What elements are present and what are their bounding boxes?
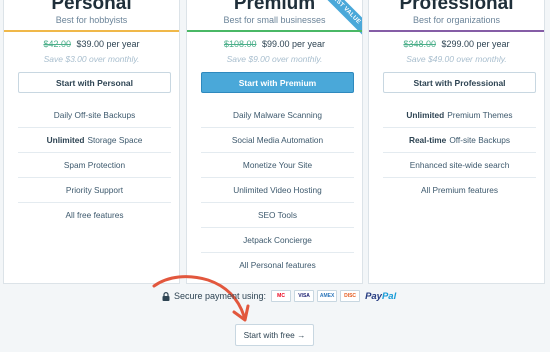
start-premium-button[interactable]: Start with Premium: [201, 72, 354, 93]
lock-icon: [162, 291, 170, 301]
plan-accent-bar: [4, 30, 179, 32]
paypal-logo-icon: PayPal: [365, 291, 396, 302]
mastercard-icon: MC: [271, 290, 292, 302]
feature-text: All Premium features: [420, 185, 498, 195]
feature-text: Storage Space: [87, 135, 143, 145]
plan-subtitle: Best for organizations: [412, 15, 501, 25]
feature-item: Unlimited Storage Space: [18, 128, 171, 153]
old-price: $42.00: [43, 39, 71, 49]
paypal-logo-b: Pal: [381, 290, 397, 302]
price-row: $108.00 $99.00 per year: [187, 39, 362, 49]
start-personal-button[interactable]: Start with Personal: [18, 72, 171, 93]
secure-payment-row: Secure payment using: MC VISA AMEX DISC Pay…: [162, 290, 396, 302]
plan-card-professional: Professional Best for organizations $348…: [368, 0, 545, 284]
feature-item: All Premium features: [383, 178, 536, 202]
feature-highlight: Unlimited: [406, 110, 445, 120]
feature-item: Daily Off-site Backups: [18, 103, 171, 128]
feature-text: Premium Themes: [447, 110, 513, 120]
card-icons: MC VISA AMEX DISC: [268, 290, 361, 302]
feature-item: Unlimited Premium Themes: [383, 103, 536, 128]
feature-text: Unlimited Video Hosting: [233, 185, 322, 195]
feature-item: Social Media Automation: [201, 128, 354, 153]
feature-text: Enhanced site-wide search: [409, 160, 510, 170]
feature-item: SEO Tools: [201, 203, 354, 228]
feature-item: Spam Protection: [18, 153, 171, 178]
plan-card-personal: Personal Best for hobbyists $42.00 $39.0…: [3, 0, 180, 284]
feature-item: Unlimited Video Hosting: [201, 178, 354, 203]
visa-icon: VISA: [294, 290, 315, 302]
price: $99.00 per year: [262, 39, 326, 49]
annotation-arrow-icon: [152, 275, 250, 322]
plan-name: Premium: [233, 0, 316, 14]
feature-text: All Personal features: [239, 260, 316, 270]
plan-name: Personal: [51, 0, 132, 14]
feature-item: Daily Malware Scanning: [201, 103, 354, 128]
price: $299.00 per year: [441, 39, 510, 49]
old-price: $348.00: [403, 39, 436, 49]
feature-text: Social Media Automation: [231, 135, 324, 145]
start-with-free-button[interactable]: Start with free →: [235, 324, 314, 346]
amex-icon: AMEX: [317, 290, 338, 302]
start-professional-button[interactable]: Start with Professional: [383, 72, 536, 93]
feature-item: Priority Support: [18, 178, 171, 203]
feature-highlight: Real-time: [408, 135, 447, 145]
feature-item: Enhanced site-wide search: [383, 153, 536, 178]
savings-note: Save $49.00 over monthly.: [406, 54, 507, 64]
feature-text: Daily Malware Scanning: [232, 110, 322, 120]
feature-text: All free features: [65, 210, 124, 220]
feature-text: Spam Protection: [63, 160, 126, 170]
feature-text: Daily Off-site Backups: [53, 110, 136, 120]
savings-note: Save $3.00 over monthly.: [43, 54, 140, 64]
price-row: $348.00 $299.00 per year: [369, 39, 544, 49]
feature-text: Off-site Backups: [449, 135, 511, 145]
plan-subtitle: Best for small businesses: [223, 15, 326, 25]
plan-card-premium: BEST VALUE Premium Best for small busine…: [186, 0, 363, 284]
feature-item: Real-time Off-site Backups: [383, 128, 536, 153]
feature-text: Monetize Your Site: [242, 160, 313, 170]
feature-list: Daily Off-site Backups Unlimited Storage S…: [18, 103, 171, 227]
old-price: $108.00: [223, 39, 257, 49]
feature-text: Jetpack Concierge: [243, 235, 312, 245]
feature-list: Daily Malware Scanning Social Media Autom…: [201, 103, 354, 277]
plan-name: Professional: [399, 0, 514, 14]
feature-text: Priority Support: [65, 185, 124, 195]
feature-highlight: Unlimited: [46, 135, 85, 145]
feature-item: Monetize Your Site: [201, 153, 354, 178]
price: $39.00 per year: [76, 39, 140, 49]
secure-payment-label: Secure payment using:: [174, 291, 267, 301]
savings-note: Save $9.00 over monthly.: [226, 54, 323, 64]
feature-list: Unlimited Premium Themes Real-time Off-site…: [383, 103, 536, 202]
feature-text: SEO Tools: [257, 210, 298, 220]
feature-item: Jetpack Concierge: [201, 228, 354, 253]
plan-accent-bar: [187, 30, 362, 32]
discover-icon: DISC: [340, 290, 361, 302]
plan-subtitle: Best for hobbyists: [55, 15, 128, 25]
price-row: $42.00 $39.00 per year: [4, 39, 179, 49]
plan-accent-bar: [369, 30, 544, 32]
feature-item: All free features: [18, 203, 171, 227]
paypal-logo-a: Pay: [365, 290, 382, 302]
